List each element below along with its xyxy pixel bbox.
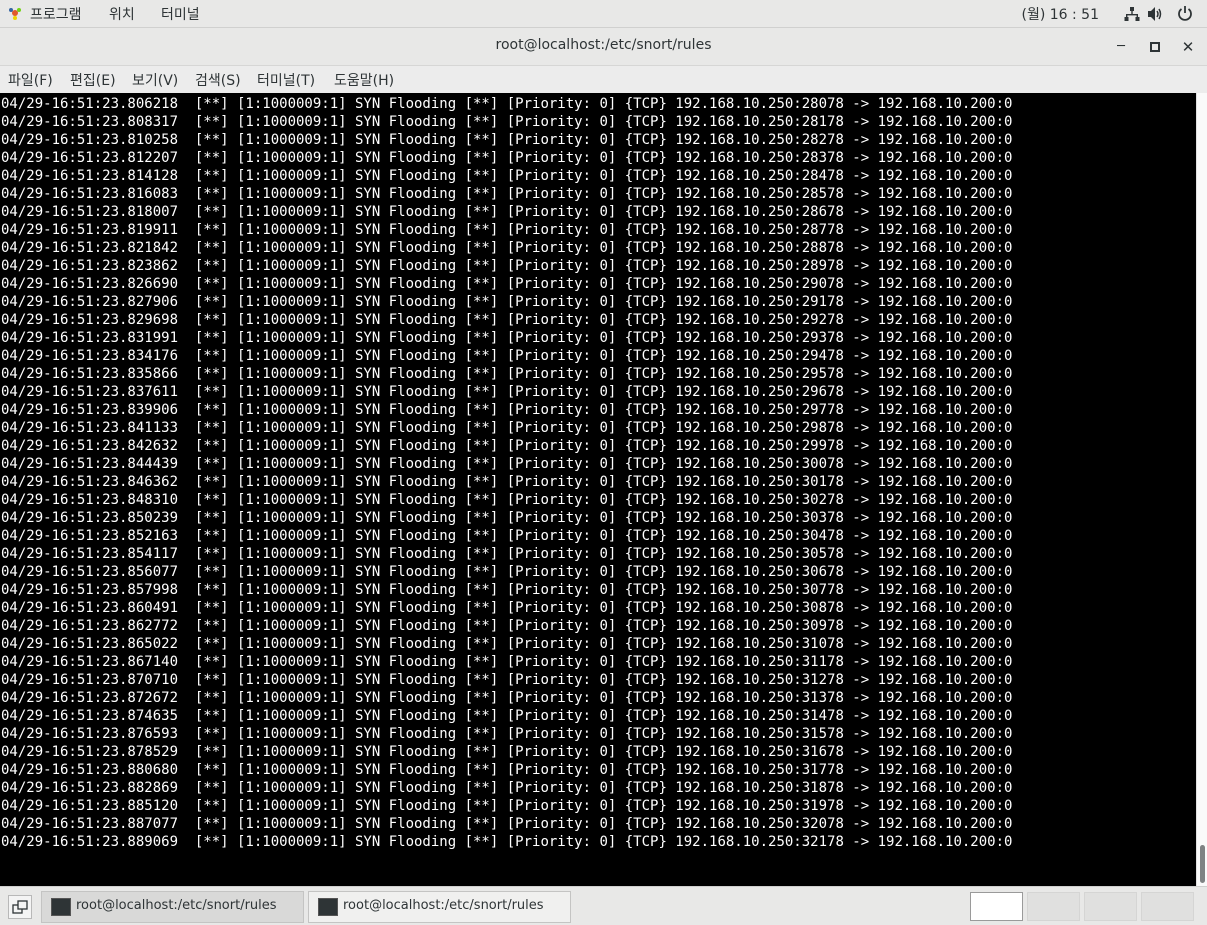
log-line: 04/29-16:51:23.829698 [**] [1:1000009:1]… xyxy=(1,312,1013,328)
log-line: 04/29-16:51:23.850239 [**] [1:1000009:1]… xyxy=(1,510,1013,526)
log-line: 04/29-16:51:23.870710 [**] [1:1000009:1]… xyxy=(1,672,1013,688)
log-line: 04/29-16:51:23.835866 [**] [1:1000009:1]… xyxy=(1,366,1013,382)
log-line: 04/29-16:51:23.831991 [**] [1:1000009:1]… xyxy=(1,330,1013,346)
log-line: 04/29-16:51:23.867140 [**] [1:1000009:1]… xyxy=(1,654,1013,670)
top-panel: 프로그램 위치 터미널 (월) 16 : 51 xyxy=(0,0,1207,28)
terminal-scrollbar[interactable] xyxy=(1196,93,1207,886)
scrollbar-thumb[interactable] xyxy=(1200,845,1205,883)
log-line: 04/29-16:51:23.846362 [**] [1:1000009:1]… xyxy=(1,474,1013,490)
log-line: 04/29-16:51:23.821842 [**] [1:1000009:1]… xyxy=(1,240,1013,256)
volume-icon[interactable] xyxy=(1147,6,1163,22)
menu-edit[interactable]: 편집(E) xyxy=(70,70,116,90)
menu-help[interactable]: 도움말(H) xyxy=(334,70,394,90)
taskbar-window-label: root@localhost:/etc/snort/rules xyxy=(76,898,277,913)
terminal-output[interactable]: 04/29-16:51:23.806218 [**] [1:1000009:1]… xyxy=(0,93,1196,886)
terminal-icon xyxy=(51,898,71,916)
maximize-icon xyxy=(1150,42,1160,52)
workspace-3[interactable] xyxy=(1084,892,1137,921)
log-line: 04/29-16:51:23.889069 [**] [1:1000009:1]… xyxy=(1,834,1013,850)
log-line: 04/29-16:51:23.876593 [**] [1:1000009:1]… xyxy=(1,726,1013,742)
log-line: 04/29-16:51:23.812207 [**] [1:1000009:1]… xyxy=(1,150,1013,166)
log-line: 04/29-16:51:23.816083 [**] [1:1000009:1]… xyxy=(1,186,1013,202)
log-line: 04/29-16:51:23.834176 [**] [1:1000009:1]… xyxy=(1,348,1013,364)
minimize-button[interactable]: ─ xyxy=(1111,37,1131,57)
log-line: 04/29-16:51:23.837611 [**] [1:1000009:1]… xyxy=(1,384,1013,400)
menu-bar: 파일(F) 편집(E) 보기(V) 검색(S) 터미널(T) 도움말(H) xyxy=(0,66,1207,93)
log-line: 04/29-16:51:23.839906 [**] [1:1000009:1]… xyxy=(1,402,1013,418)
log-line: 04/29-16:51:23.857998 [**] [1:1000009:1]… xyxy=(1,582,1013,598)
minimize-icon: ─ xyxy=(1117,39,1125,54)
log-line: 04/29-16:51:23.810258 [**] [1:1000009:1]… xyxy=(1,132,1013,148)
log-line: 04/29-16:51:23.819911 [**] [1:1000009:1]… xyxy=(1,222,1013,238)
taskbar-window-button[interactable]: root@localhost:/etc/snort/rules xyxy=(41,891,304,923)
applications-icon[interactable] xyxy=(8,6,22,20)
close-button[interactable]: ✕ xyxy=(1178,37,1198,57)
log-line: 04/29-16:51:23.885120 [**] [1:1000009:1]… xyxy=(1,798,1013,814)
log-line: 04/29-16:51:23.844439 [**] [1:1000009:1]… xyxy=(1,456,1013,472)
log-line: 04/29-16:51:23.842632 [**] [1:1000009:1]… xyxy=(1,438,1013,454)
menu-file[interactable]: 파일(F) xyxy=(8,70,53,90)
log-line: 04/29-16:51:23.880680 [**] [1:1000009:1]… xyxy=(1,762,1013,778)
log-line: 04/29-16:51:23.882869 [**] [1:1000009:1]… xyxy=(1,780,1013,796)
network-icon[interactable] xyxy=(1124,6,1140,22)
log-line: 04/29-16:51:23.862772 [**] [1:1000009:1]… xyxy=(1,618,1013,634)
taskbar-window-button[interactable]: root@localhost:/etc/snort/rules xyxy=(308,891,571,923)
maximize-button[interactable] xyxy=(1145,37,1165,57)
taskbar: root@localhost:/etc/snort/rules root@loc… xyxy=(0,886,1207,925)
log-line: 04/29-16:51:23.848310 [**] [1:1000009:1]… xyxy=(1,492,1013,508)
menu-search[interactable]: 검색(S) xyxy=(195,70,241,90)
places-menu[interactable]: 위치 xyxy=(109,4,135,24)
window-list-icon xyxy=(12,900,28,914)
workspace-4[interactable] xyxy=(1141,892,1194,921)
log-line: 04/29-16:51:23.827906 [**] [1:1000009:1]… xyxy=(1,294,1013,310)
workspace-1[interactable] xyxy=(970,892,1023,921)
applications-menu[interactable]: 프로그램 xyxy=(30,4,82,24)
terminal-icon xyxy=(318,898,338,916)
log-line: 04/29-16:51:23.860491 [**] [1:1000009:1]… xyxy=(1,600,1013,616)
taskbar-window-label: root@localhost:/etc/snort/rules xyxy=(343,898,544,913)
log-line: 04/29-16:51:23.854117 [**] [1:1000009:1]… xyxy=(1,546,1013,562)
log-line: 04/29-16:51:23.841133 [**] [1:1000009:1]… xyxy=(1,420,1013,436)
log-line: 04/29-16:51:23.878529 [**] [1:1000009:1]… xyxy=(1,744,1013,760)
menu-terminal[interactable]: 터미널(T) xyxy=(257,70,315,90)
show-desktop-button[interactable] xyxy=(8,895,32,919)
log-line: 04/29-16:51:23.818007 [**] [1:1000009:1]… xyxy=(1,204,1013,220)
power-icon[interactable] xyxy=(1177,5,1193,21)
log-line: 04/29-16:51:23.865022 [**] [1:1000009:1]… xyxy=(1,636,1013,652)
window-title: root@localhost:/etc/snort/rules xyxy=(495,37,712,53)
log-line: 04/29-16:51:23.852163 [**] [1:1000009:1]… xyxy=(1,528,1013,544)
log-line: 04/29-16:51:23.856077 [**] [1:1000009:1]… xyxy=(1,564,1013,580)
log-line: 04/29-16:51:23.887077 [**] [1:1000009:1]… xyxy=(1,816,1013,832)
log-line: 04/29-16:51:23.826690 [**] [1:1000009:1]… xyxy=(1,276,1013,292)
window-title-bar[interactable]: root@localhost:/etc/snort/rules ─ ✕ xyxy=(0,28,1207,66)
log-line: 04/29-16:51:23.872672 [**] [1:1000009:1]… xyxy=(1,690,1013,706)
snort-alert-log: 04/29-16:51:23.806218 [**] [1:1000009:1]… xyxy=(1,95,1012,851)
clock[interactable]: (월) 16 : 51 xyxy=(1021,4,1099,24)
log-line: 04/29-16:51:23.806218 [**] [1:1000009:1]… xyxy=(1,96,1013,112)
log-line: 04/29-16:51:23.823862 [**] [1:1000009:1]… xyxy=(1,258,1013,274)
menu-view[interactable]: 보기(V) xyxy=(132,70,178,90)
close-icon: ✕ xyxy=(1181,38,1195,56)
log-line: 04/29-16:51:23.808317 [**] [1:1000009:1]… xyxy=(1,114,1013,130)
terminal-app-menu[interactable]: 터미널 xyxy=(161,4,200,24)
log-line: 04/29-16:51:23.814128 [**] [1:1000009:1]… xyxy=(1,168,1013,184)
log-line: 04/29-16:51:23.874635 [**] [1:1000009:1]… xyxy=(1,708,1013,724)
workspace-2[interactable] xyxy=(1027,892,1080,921)
